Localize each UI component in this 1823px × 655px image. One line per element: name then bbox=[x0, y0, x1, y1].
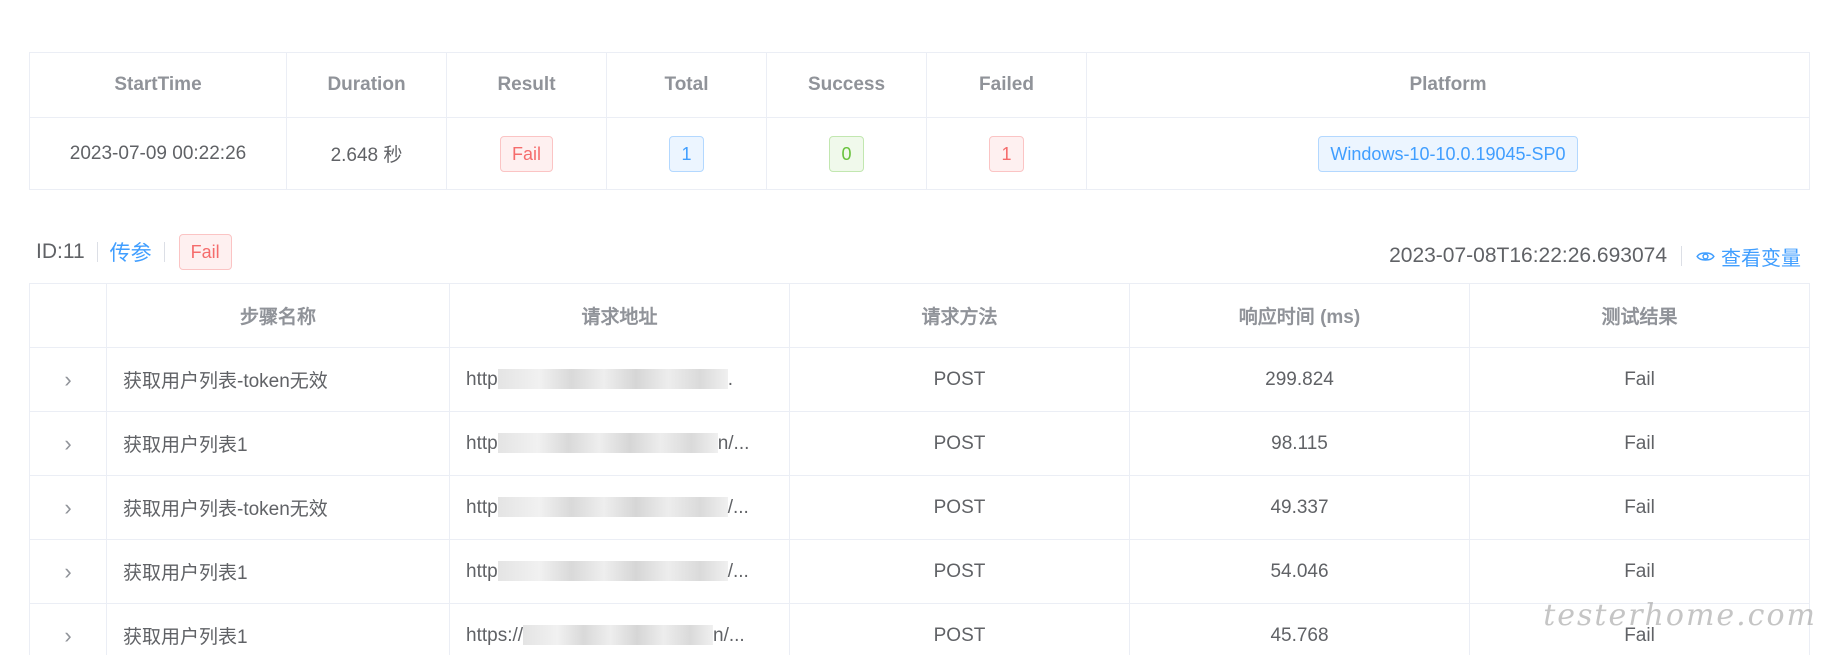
step-name: 获取用户列表1 bbox=[106, 603, 450, 655]
request-url: http /... bbox=[449, 539, 790, 604]
url-prefix: https:// bbox=[466, 624, 524, 646]
view-variables-button[interactable]: 查看变量 bbox=[1696, 242, 1801, 271]
header-test-result: 测试结果 bbox=[1469, 283, 1810, 348]
header-failed: Failed bbox=[926, 52, 1087, 118]
request-url: http. bbox=[449, 347, 790, 412]
header-total: Total bbox=[606, 52, 767, 118]
step-name: 获取用户列表1 bbox=[106, 539, 450, 604]
watermark: testerhome.com bbox=[1543, 598, 1817, 633]
response-time: 299.824 bbox=[1129, 347, 1470, 412]
step-name: 获取用户列表1 bbox=[106, 411, 450, 476]
table-row[interactable]: › 获取用户列表-token无效 http. POST 299.824 Fail bbox=[29, 347, 1810, 412]
total-tag: 1 bbox=[669, 135, 704, 172]
url-suffix: /... bbox=[727, 560, 749, 582]
header-step-name: 步骤名称 bbox=[106, 283, 450, 348]
platform-tag: Windows-10-10.0.19045-SP0 bbox=[1318, 135, 1578, 172]
url-suffix: n/... bbox=[717, 432, 750, 454]
request-method: POST bbox=[789, 347, 1130, 412]
eye-icon bbox=[1696, 251, 1715, 261]
header-request-url: 请求地址 bbox=[449, 283, 790, 348]
response-time: 45.768 bbox=[1129, 603, 1470, 655]
case-status-tag: Fail bbox=[178, 234, 232, 270]
url-prefix: http bbox=[466, 496, 498, 518]
redacted-url bbox=[497, 433, 718, 454]
duration-value: 2.648 秒 bbox=[286, 117, 447, 190]
response-time: 49.337 bbox=[1129, 475, 1470, 540]
url-suffix: /... bbox=[727, 496, 749, 518]
redacted-url bbox=[523, 625, 714, 646]
failed-tag: 1 bbox=[989, 135, 1024, 172]
header-starttime: StartTime bbox=[29, 52, 287, 118]
success-tag: 0 bbox=[829, 135, 864, 172]
case-id: ID:11 bbox=[36, 240, 85, 263]
header-result: Result bbox=[446, 52, 607, 118]
request-method: POST bbox=[789, 603, 1130, 655]
response-time: 54.046 bbox=[1129, 539, 1470, 604]
test-result: Fail bbox=[1469, 411, 1810, 476]
result-tag: Fail bbox=[499, 135, 553, 172]
params-link[interactable]: 传参 bbox=[110, 237, 152, 267]
chevron-right-icon[interactable]: › bbox=[64, 367, 71, 393]
header-request-method: 请求方法 bbox=[789, 283, 1130, 348]
header-expand bbox=[29, 283, 107, 348]
header-response-time: 响应时间 (ms) bbox=[1129, 283, 1470, 348]
chevron-right-icon[interactable]: › bbox=[64, 623, 71, 649]
test-result: Fail bbox=[1469, 475, 1810, 540]
test-result: Fail bbox=[1469, 539, 1810, 604]
redacted-url bbox=[497, 561, 728, 582]
case-info: ID:11 传参 Fail bbox=[36, 234, 232, 270]
test-result: Fail bbox=[1469, 347, 1810, 412]
table-row[interactable]: › 获取用户列表1 http n/... POST 98.115 Fail bbox=[29, 411, 1810, 476]
request-url: http n/... bbox=[449, 411, 790, 476]
divider bbox=[1681, 246, 1682, 266]
request-url: http /... bbox=[449, 475, 790, 540]
request-method: POST bbox=[789, 475, 1130, 540]
divider bbox=[163, 242, 165, 262]
url-prefix: http bbox=[466, 368, 498, 390]
header-success: Success bbox=[766, 52, 927, 118]
request-method: POST bbox=[789, 539, 1130, 604]
summary-row: 2023-07-09 00:22:26 2.648 秒 Fail 1 0 1 W… bbox=[29, 117, 1810, 190]
summary-header-row: StartTime Duration Result Total Success … bbox=[29, 52, 1810, 118]
request-url: https:// n/... bbox=[449, 603, 790, 655]
response-time: 98.115 bbox=[1129, 411, 1470, 476]
url-suffix: . bbox=[727, 368, 733, 390]
url-prefix: http bbox=[466, 560, 498, 582]
header-platform: Platform bbox=[1086, 52, 1810, 118]
divider bbox=[96, 242, 98, 262]
steps-header-row: 步骤名称 请求地址 请求方法 响应时间 (ms) 测试结果 bbox=[29, 283, 1810, 348]
case-timestamp: 2023-07-08T16:22:26.693074 bbox=[1389, 244, 1667, 267]
table-row[interactable]: › 获取用户列表-token无效 http /... POST 49.337 Fa… bbox=[29, 475, 1810, 540]
start-time-value: 2023-07-09 00:22:26 bbox=[29, 117, 287, 190]
request-method: POST bbox=[789, 411, 1130, 476]
chevron-right-icon[interactable]: › bbox=[64, 495, 71, 521]
url-prefix: http bbox=[466, 432, 498, 454]
step-name: 获取用户列表-token无效 bbox=[106, 347, 450, 412]
url-suffix: n/... bbox=[713, 624, 745, 646]
case-meta: 2023-07-08T16:22:26.693074 查看变量 bbox=[1389, 240, 1801, 272]
header-duration: Duration bbox=[286, 52, 447, 118]
redacted-url bbox=[497, 497, 728, 518]
summary-table: StartTime Duration Result Total Success … bbox=[29, 52, 1810, 190]
view-variables-label: 查看变量 bbox=[1721, 247, 1801, 270]
chevron-right-icon[interactable]: › bbox=[64, 431, 71, 457]
chevron-right-icon[interactable]: › bbox=[64, 559, 71, 585]
redacted-url bbox=[497, 369, 728, 390]
table-row[interactable]: › 获取用户列表1 http /... POST 54.046 Fail bbox=[29, 539, 1810, 604]
step-name: 获取用户列表-token无效 bbox=[106, 475, 450, 540]
